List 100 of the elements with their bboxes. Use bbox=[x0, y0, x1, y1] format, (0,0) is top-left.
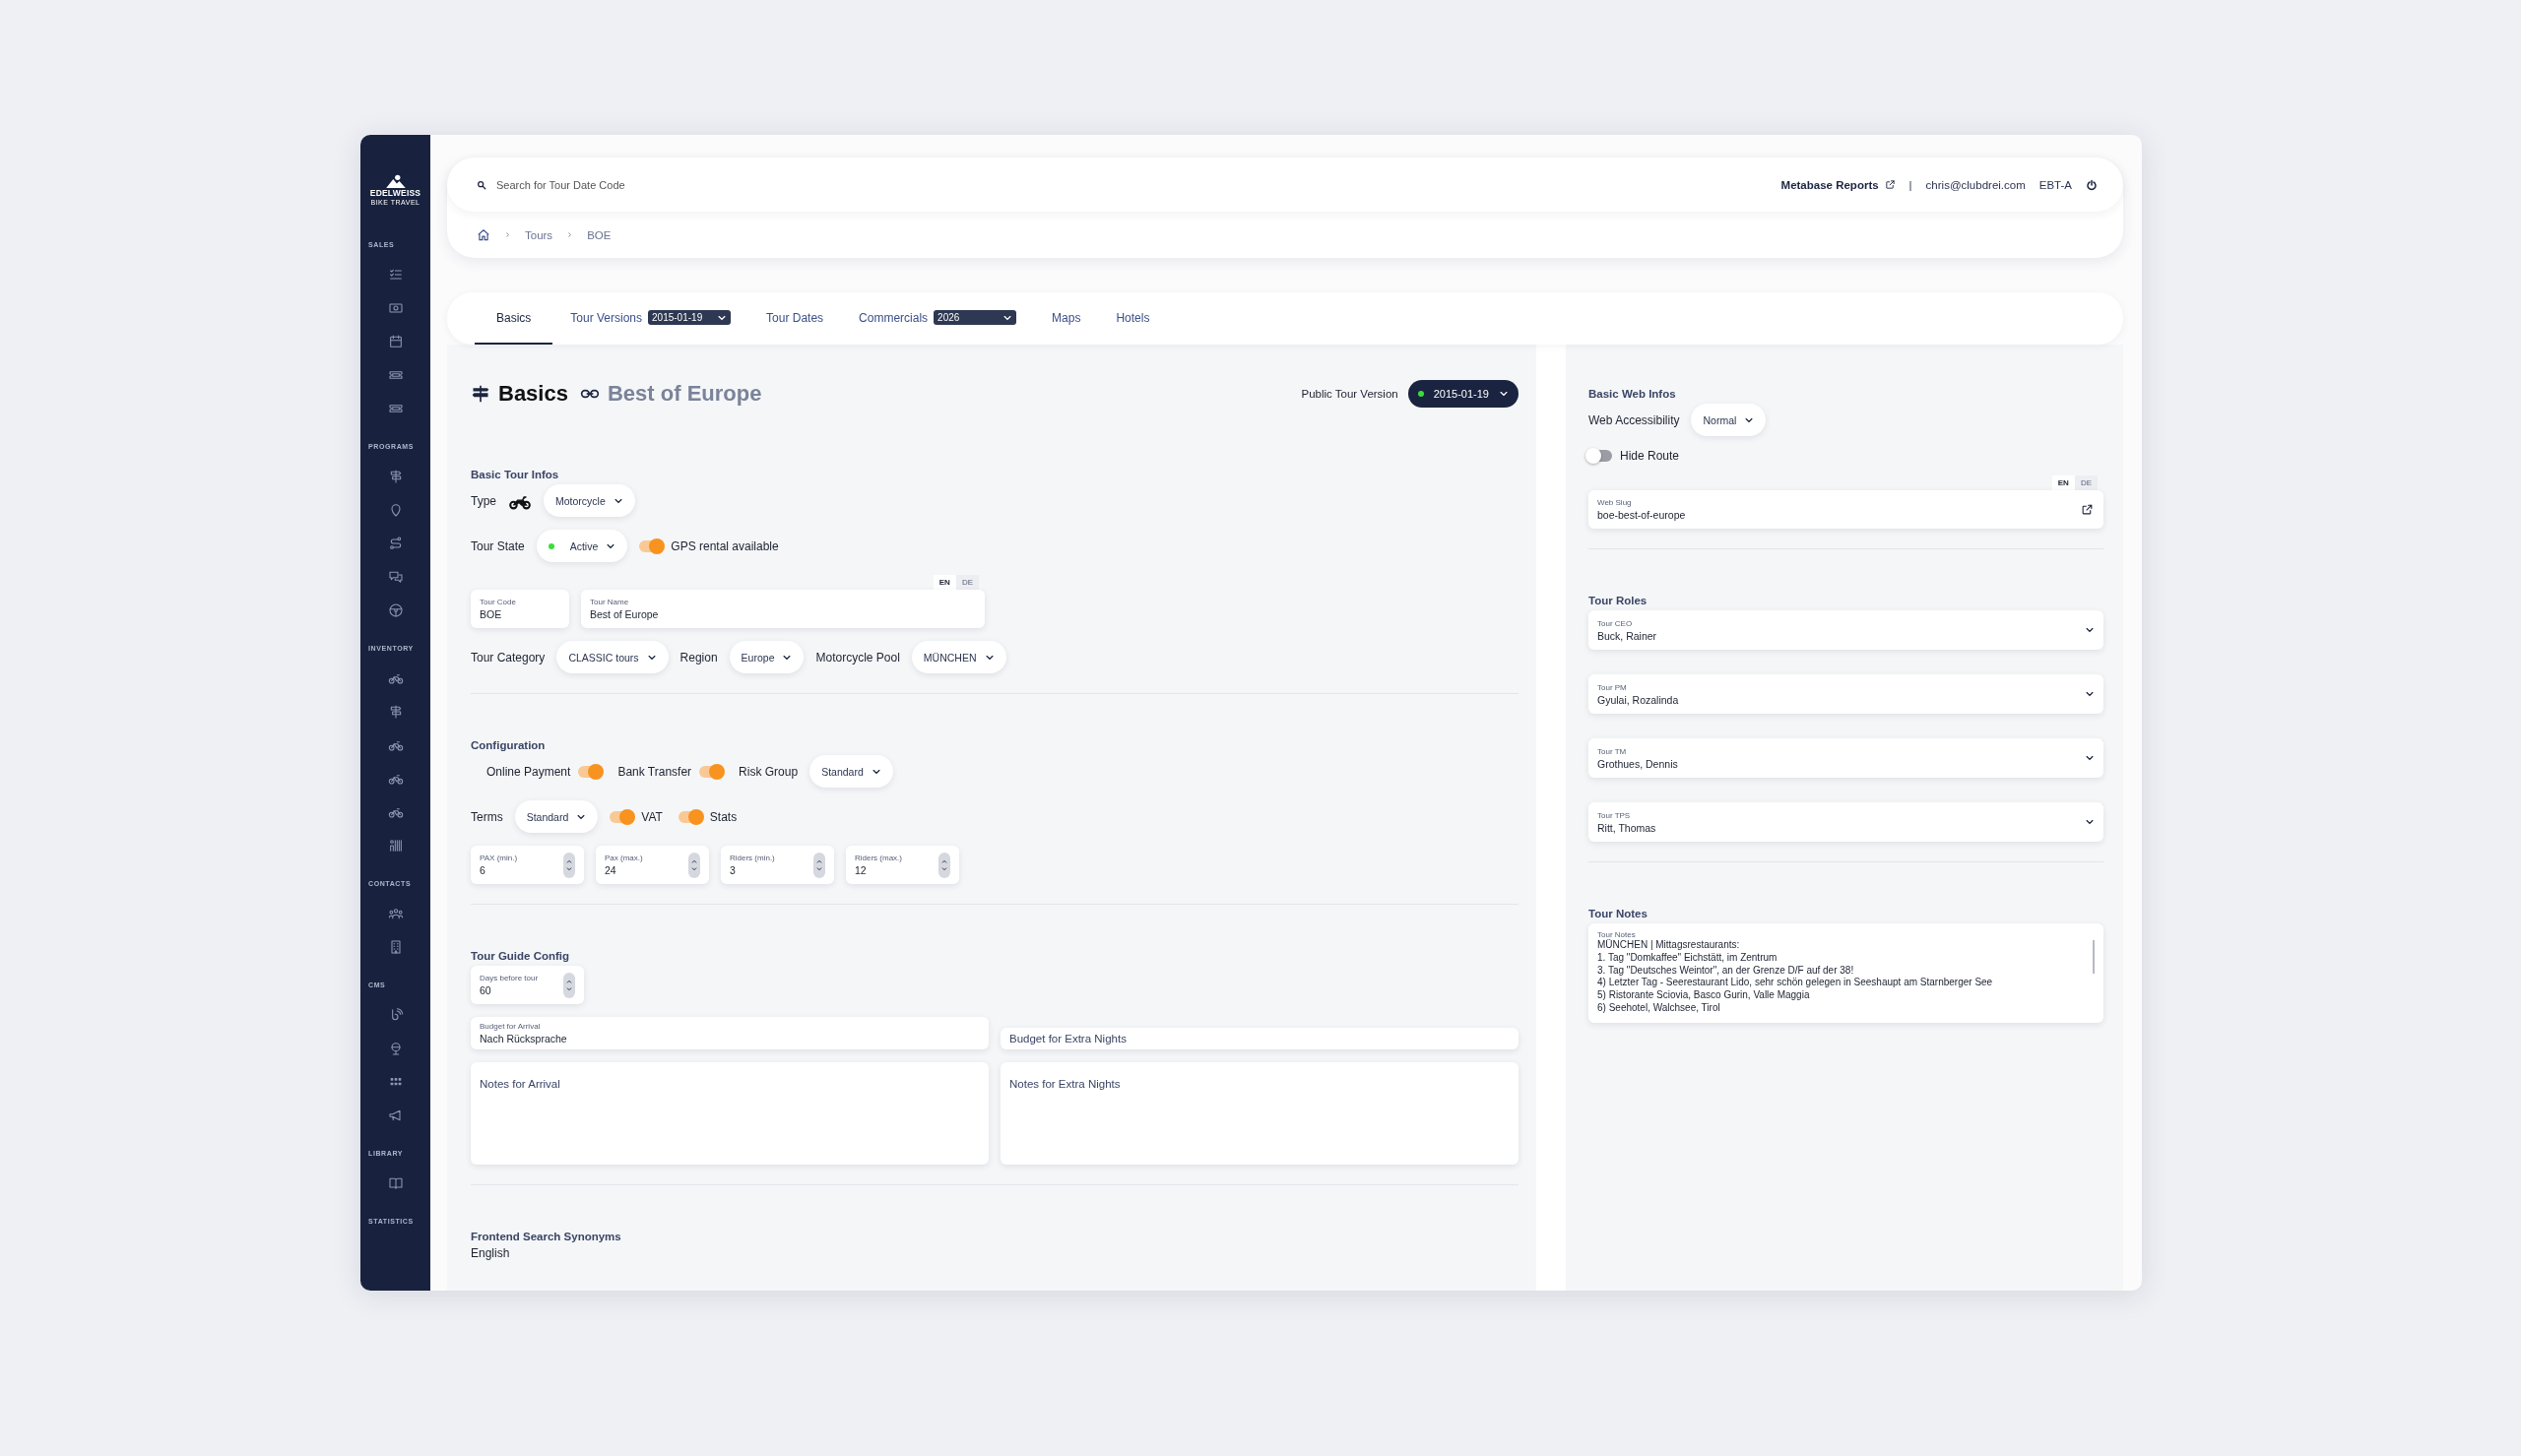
home-icon[interactable] bbox=[477, 227, 490, 242]
public-version-label: Public Tour Version bbox=[1301, 388, 1398, 400]
field-label: PAX (min.) bbox=[480, 854, 518, 862]
text-area[interactable]: Notes for Arrival bbox=[471, 1062, 989, 1165]
number-field[interactable]: Pax (max.) 24 bbox=[596, 846, 709, 884]
text-area[interactable] bbox=[1588, 923, 2103, 1023]
chevron-down-icon bbox=[1499, 389, 1509, 399]
field-label: Tour CEO bbox=[1597, 618, 1634, 628]
tab[interactable]: Tour Dates bbox=[748, 292, 842, 345]
field-value: 6 bbox=[480, 864, 486, 876]
external-link-icon bbox=[1884, 179, 1896, 190]
user-email: chris@clubdrei.com bbox=[1925, 178, 2026, 191]
input-field[interactable]: Tour Code BOE bbox=[471, 590, 569, 628]
banknote-icon bbox=[387, 300, 404, 316]
language-tab[interactable]: EN bbox=[2051, 475, 2075, 490]
field-placeholder: Notes for Extra Nights bbox=[1009, 1078, 1121, 1090]
version-dropdown[interactable]: 2026 bbox=[934, 310, 1017, 325]
select-dropdown[interactable]: Active bbox=[536, 530, 628, 562]
section-title: Tour Guide Config bbox=[471, 950, 571, 962]
select-field[interactable]: Tour PM Gyulai, Rozalinda bbox=[1588, 674, 2103, 714]
input-field[interactable]: Budget for Extra Nights bbox=[1001, 1028, 1519, 1049]
select-dropdown[interactable]: MÜNCHEN bbox=[911, 641, 1006, 673]
chevron-right-icon bbox=[504, 231, 511, 238]
select-field[interactable]: Tour TPS Ritt, Thomas bbox=[1588, 802, 2103, 842]
tab[interactable]: Tour Versions 2015-01-19 bbox=[552, 292, 749, 345]
field-value: 3 bbox=[730, 864, 737, 876]
stepper[interactable] bbox=[688, 852, 700, 878]
select-field[interactable]: Tour CEO Buck, Rainer bbox=[1588, 610, 2103, 650]
logo-name: EDELWEISS bbox=[369, 188, 421, 198]
language-tab[interactable]: EN bbox=[933, 575, 956, 590]
toggle-switch[interactable] bbox=[610, 810, 634, 823]
toggle-switch[interactable] bbox=[578, 765, 603, 778]
select-dropdown[interactable]: Normal bbox=[1691, 404, 1767, 436]
select-dropdown[interactable]: Europe bbox=[729, 641, 805, 673]
field-label: Tour TM bbox=[1597, 746, 1628, 756]
section-title: Tour Roles bbox=[1588, 595, 1648, 606]
number-field[interactable]: Riders (max.) 12 bbox=[846, 846, 959, 884]
input-field[interactable]: Budget for Arrival Nach Rücksprache bbox=[471, 1017, 989, 1049]
field-value: Buck, Rainer bbox=[1597, 629, 1657, 642]
field-value: Gyulai, Rozalinda bbox=[1597, 693, 1679, 706]
scrollbar[interactable] bbox=[2093, 940, 2095, 974]
chat-icon bbox=[387, 569, 404, 585]
field-label: Web Accessibility bbox=[1588, 412, 1680, 427]
stepper[interactable] bbox=[938, 852, 950, 878]
reports-link[interactable]: Metabase Reports bbox=[1780, 178, 1896, 191]
tab[interactable]: Hotels bbox=[1098, 292, 1168, 345]
field-label: Tour State bbox=[471, 538, 525, 553]
select-field[interactable]: Tour TM Grothues, Dennis bbox=[1588, 738, 2103, 778]
select-dropdown[interactable]: Motorcycle bbox=[544, 484, 635, 517]
select-dropdown[interactable]: Standard bbox=[809, 755, 893, 788]
field-label: English bbox=[471, 1246, 510, 1260]
version-dropdown[interactable]: 2015-01-19 bbox=[648, 310, 732, 325]
toggle-switch[interactable] bbox=[678, 810, 702, 823]
tab[interactable]: Maps bbox=[1034, 292, 1099, 345]
field-label: Region bbox=[679, 650, 718, 665]
section-title: Basic Web Infos bbox=[1588, 388, 1677, 400]
field-label: Web Slug bbox=[1597, 498, 1632, 507]
field-label: Pax (max.) bbox=[605, 854, 643, 862]
field-label: Tour Name bbox=[590, 598, 629, 606]
select-dropdown[interactable]: CLASSIC tours bbox=[556, 641, 669, 673]
megaphone-icon bbox=[387, 1108, 404, 1123]
field-label: Tour Notes bbox=[1597, 930, 1637, 939]
input-field[interactable]: Tour Name Best of Europe bbox=[581, 590, 985, 628]
chevron-down-icon bbox=[2085, 689, 2095, 699]
search-field[interactable]: Search for Tour Date Code bbox=[494, 177, 892, 192]
toggle-label: Online Payment bbox=[486, 764, 571, 779]
list-icon bbox=[387, 267, 404, 283]
language-tab[interactable]: DE bbox=[2074, 475, 2098, 490]
language-tab[interactable]: DE bbox=[955, 575, 979, 590]
number-field[interactable]: Riders (min.) 3 bbox=[721, 846, 834, 884]
stepper[interactable] bbox=[563, 852, 575, 878]
search-icon bbox=[477, 179, 486, 190]
breadcrumb-link[interactable]: Tours bbox=[525, 228, 553, 241]
toggle-switch[interactable] bbox=[1588, 450, 1612, 462]
field-label: Tour TPS bbox=[1597, 810, 1632, 820]
number-field[interactable]: Days before tour 60 bbox=[471, 966, 584, 1004]
public-version-select[interactable]: 2015-01-19 bbox=[1407, 380, 1519, 408]
power-icon[interactable] bbox=[2086, 178, 2098, 191]
field-value: BOE bbox=[480, 608, 502, 620]
toggle-switch[interactable] bbox=[639, 539, 664, 552]
external-link-icon[interactable] bbox=[2081, 503, 2094, 516]
field-label: Terms bbox=[471, 809, 503, 824]
field-value: Best of Europe bbox=[590, 608, 659, 620]
select-dropdown[interactable]: Standard bbox=[514, 800, 599, 833]
tab[interactable]: Commercials 2026 bbox=[841, 292, 1035, 345]
input-field[interactable]: Web Slug boe-best-of-europe bbox=[1588, 490, 2103, 529]
stepper[interactable] bbox=[563, 972, 575, 998]
page-title: Basics bbox=[498, 381, 568, 407]
chevron-down-icon bbox=[2085, 753, 2095, 763]
section-title: Configuration bbox=[471, 739, 547, 751]
field-value: 24 bbox=[605, 864, 617, 876]
field-label: Tour PM bbox=[1597, 682, 1628, 692]
toggle-switch[interactable] bbox=[699, 765, 724, 778]
number-field[interactable]: PAX (min.) 6 bbox=[471, 846, 584, 884]
tenant-code: EBT-A bbox=[2038, 178, 2072, 191]
stepper[interactable] bbox=[813, 852, 825, 878]
signpost-icon bbox=[471, 384, 490, 404]
breadcrumb-link[interactable]: BOE bbox=[587, 228, 612, 241]
section-title: Frontend Search Synonyms bbox=[471, 1231, 622, 1242]
text-area[interactable]: Notes for Extra Nights bbox=[1001, 1062, 1519, 1165]
